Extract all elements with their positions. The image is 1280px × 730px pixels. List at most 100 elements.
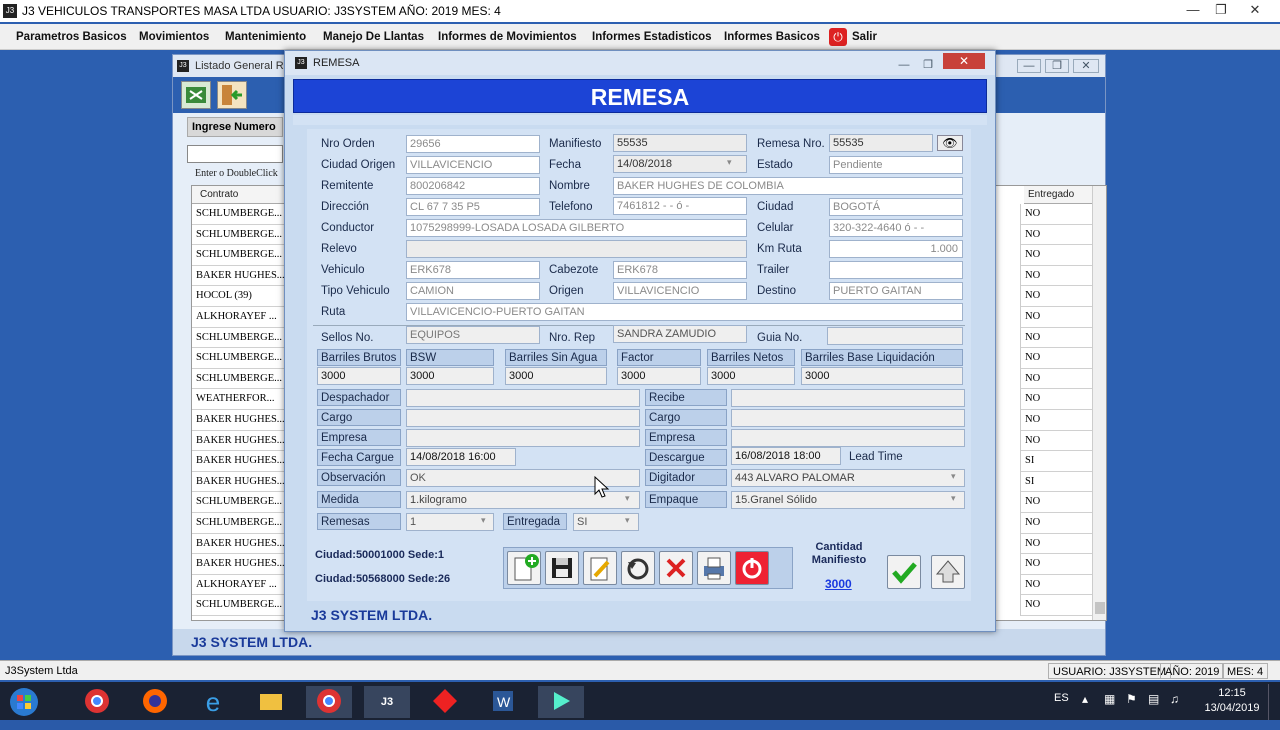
entregado-cell[interactable]: NO — [1021, 554, 1092, 575]
ie-taskbar-icon[interactable]: e — [190, 686, 236, 718]
word-taskbar-icon[interactable]: W — [480, 686, 526, 718]
medida-dropdown-icon[interactable]: ▾ — [625, 493, 630, 504]
remesas-dropdown-icon[interactable]: ▾ — [481, 515, 486, 526]
entregado-cell[interactable]: SI — [1021, 472, 1092, 493]
network-icon[interactable]: ▤ — [1148, 692, 1159, 706]
entregado-cell[interactable]: NO — [1021, 225, 1092, 246]
exit-door-icon[interactable] — [217, 81, 247, 109]
contrato-cell[interactable]: BAKER HUGHES... — [192, 534, 292, 555]
recibe-field[interactable] — [731, 389, 965, 407]
entregado-cell[interactable]: NO — [1021, 348, 1092, 369]
destino-field[interactable]: PUERTO GAITAN — [829, 282, 963, 300]
despachador-field[interactable] — [406, 389, 640, 407]
entregado-cell[interactable]: NO — [1021, 513, 1092, 534]
contrato-cell[interactable]: ALKHORAYEF ... — [192, 307, 292, 328]
contrato-cell[interactable]: SCHLUMBERGE... — [192, 328, 292, 349]
filmora-taskbar-icon[interactable] — [538, 686, 584, 718]
entregado-cell[interactable]: SI — [1021, 451, 1092, 472]
remitente-field[interactable]: 800206842 — [406, 177, 540, 195]
listado-close-icon[interactable]: ✕ — [1073, 59, 1099, 73]
print-button[interactable] — [697, 551, 731, 585]
tray-flag-icon[interactable]: ⚑ — [1126, 692, 1137, 706]
empaque-select[interactable]: 15.Granel Sólido — [731, 491, 965, 509]
vehiculo-field[interactable]: ERK678 — [406, 261, 540, 279]
entregado-cell[interactable]: NO — [1021, 307, 1092, 328]
contrato-cell[interactable]: SCHLUMBERGE... — [192, 225, 292, 246]
conductor-field[interactable]: 1075298999-LOSADA LOSADA GILBERTO — [406, 219, 747, 237]
menu-salir[interactable]: Salir — [852, 24, 877, 50]
entregada-dropdown-icon[interactable]: ▾ — [625, 515, 630, 526]
excel-export-icon[interactable] — [181, 81, 211, 109]
ruta-field[interactable]: VILLAVICENCIO-PUERTO GAITAN — [406, 303, 963, 321]
tray-app-icon[interactable]: ▦ — [1104, 692, 1115, 706]
barriles-base-field[interactable]: 3000 — [801, 367, 963, 385]
contrato-cell[interactable]: SCHLUMBERGE... — [192, 513, 292, 534]
language-indicator[interactable]: ES — [1054, 692, 1069, 704]
telefono-field[interactable]: 7461812 - - ó - — [613, 197, 747, 215]
trailer-field[interactable] — [829, 261, 963, 279]
empaque-dropdown-icon[interactable]: ▾ — [951, 493, 956, 504]
direccion-field[interactable]: CL 67 7 35 P5 — [406, 198, 540, 216]
edit-button[interactable] — [583, 551, 617, 585]
contrato-cell[interactable]: SCHLUMBERGE... — [192, 369, 292, 390]
contrato-cell[interactable]: BAKER HUGHES... — [192, 554, 292, 575]
km-ruta-field[interactable]: 1.000 — [829, 240, 963, 258]
descargue-field[interactable]: 16/08/2018 18:00 — [731, 447, 841, 465]
new-document-button[interactable] — [507, 551, 541, 585]
exit-power-button[interactable] — [735, 551, 769, 585]
contrato-cell[interactable]: SCHLUMBERGE... — [192, 348, 292, 369]
nro-rep-field[interactable]: SANDRA ZAMUDIO — [613, 325, 747, 343]
remesa-nro-field[interactable]: 55535 — [829, 134, 933, 152]
bsw-field[interactable]: 3000 — [406, 367, 494, 385]
calendar-dropdown-icon[interactable]: ▾ — [727, 157, 732, 168]
power-icon[interactable]: ⏻ — [829, 28, 847, 46]
relevo-field[interactable] — [406, 240, 747, 258]
barriles-sin-agua-field[interactable]: 3000 — [505, 367, 607, 385]
celular-field[interactable]: 320-322-4640 ó - - — [829, 219, 963, 237]
ciudad-origen-field[interactable]: VILLAVICENCIO — [406, 156, 540, 174]
empresa-despachador-field[interactable] — [406, 429, 640, 447]
contrato-cell[interactable]: BAKER HUGHES... — [192, 266, 292, 287]
entregado-cell[interactable]: NO — [1021, 595, 1092, 616]
ciudad-field[interactable]: BOGOTÁ — [829, 198, 963, 216]
dialog-close-icon[interactable]: ✕ — [943, 53, 985, 69]
ingrese-numero-input[interactable] — [187, 145, 283, 163]
menu-informes-estadisticos[interactable]: Informes Estadisticos — [592, 24, 712, 50]
estado-field[interactable]: Pendiente — [829, 156, 963, 174]
entregado-cell[interactable]: NO — [1021, 431, 1092, 452]
menu-informes-basicos[interactable]: Informes Basicos — [724, 24, 820, 50]
taskbar-clock[interactable]: 12:15 13/04/2019 — [1202, 686, 1262, 716]
entregado-cell[interactable]: NO — [1021, 266, 1092, 287]
menu-informes-movimientos[interactable]: Informes de Movimientos — [438, 24, 577, 50]
entregado-cell[interactable]: NO — [1021, 534, 1092, 555]
restore-icon[interactable]: ❐ — [1206, 0, 1236, 20]
digitador-dropdown-icon[interactable]: ▾ — [951, 471, 956, 482]
scroll-thumb[interactable] — [1095, 602, 1105, 614]
listado-minimize-icon[interactable]: — — [1017, 59, 1041, 73]
cargo-despachador-field[interactable] — [406, 409, 640, 427]
cabezote-field[interactable]: ERK678 — [613, 261, 747, 279]
entregado-cell[interactable]: NO — [1021, 492, 1092, 513]
col-contrato-header[interactable]: Contrato — [192, 186, 292, 204]
guia-field[interactable] — [827, 327, 963, 345]
chrome2-taskbar-icon[interactable] — [306, 686, 352, 718]
volume-icon[interactable]: ♫ — [1170, 692, 1179, 706]
entregado-cell[interactable]: NO — [1021, 389, 1092, 410]
factor-field[interactable]: 3000 — [617, 367, 701, 385]
contrato-cell[interactable]: BAKER HUGHES... — [192, 431, 292, 452]
cantidad-manifiesto-value[interactable]: 3000 — [825, 577, 852, 591]
explorer-taskbar-icon[interactable] — [248, 686, 294, 718]
entregado-cell[interactable]: NO — [1021, 410, 1092, 431]
chrome-taskbar-icon[interactable] — [74, 686, 120, 718]
origen-field[interactable]: VILLAVICENCIO — [613, 282, 747, 300]
contrato-cell[interactable]: BAKER HUGHES... — [192, 410, 292, 431]
delete-button[interactable] — [659, 551, 693, 585]
menu-mantenimiento[interactable]: Mantenimiento — [225, 24, 306, 50]
start-button[interactable] — [2, 684, 46, 720]
eye-view-icon[interactable]: 👁 — [937, 135, 963, 151]
contrato-cell[interactable]: SCHLUMBERGE... — [192, 204, 292, 225]
entregado-cell[interactable]: NO — [1021, 328, 1092, 349]
grid-scrollbar[interactable] — [1092, 186, 1106, 620]
entregado-cell[interactable]: NO — [1021, 369, 1092, 390]
firefox-taskbar-icon[interactable] — [132, 686, 178, 718]
